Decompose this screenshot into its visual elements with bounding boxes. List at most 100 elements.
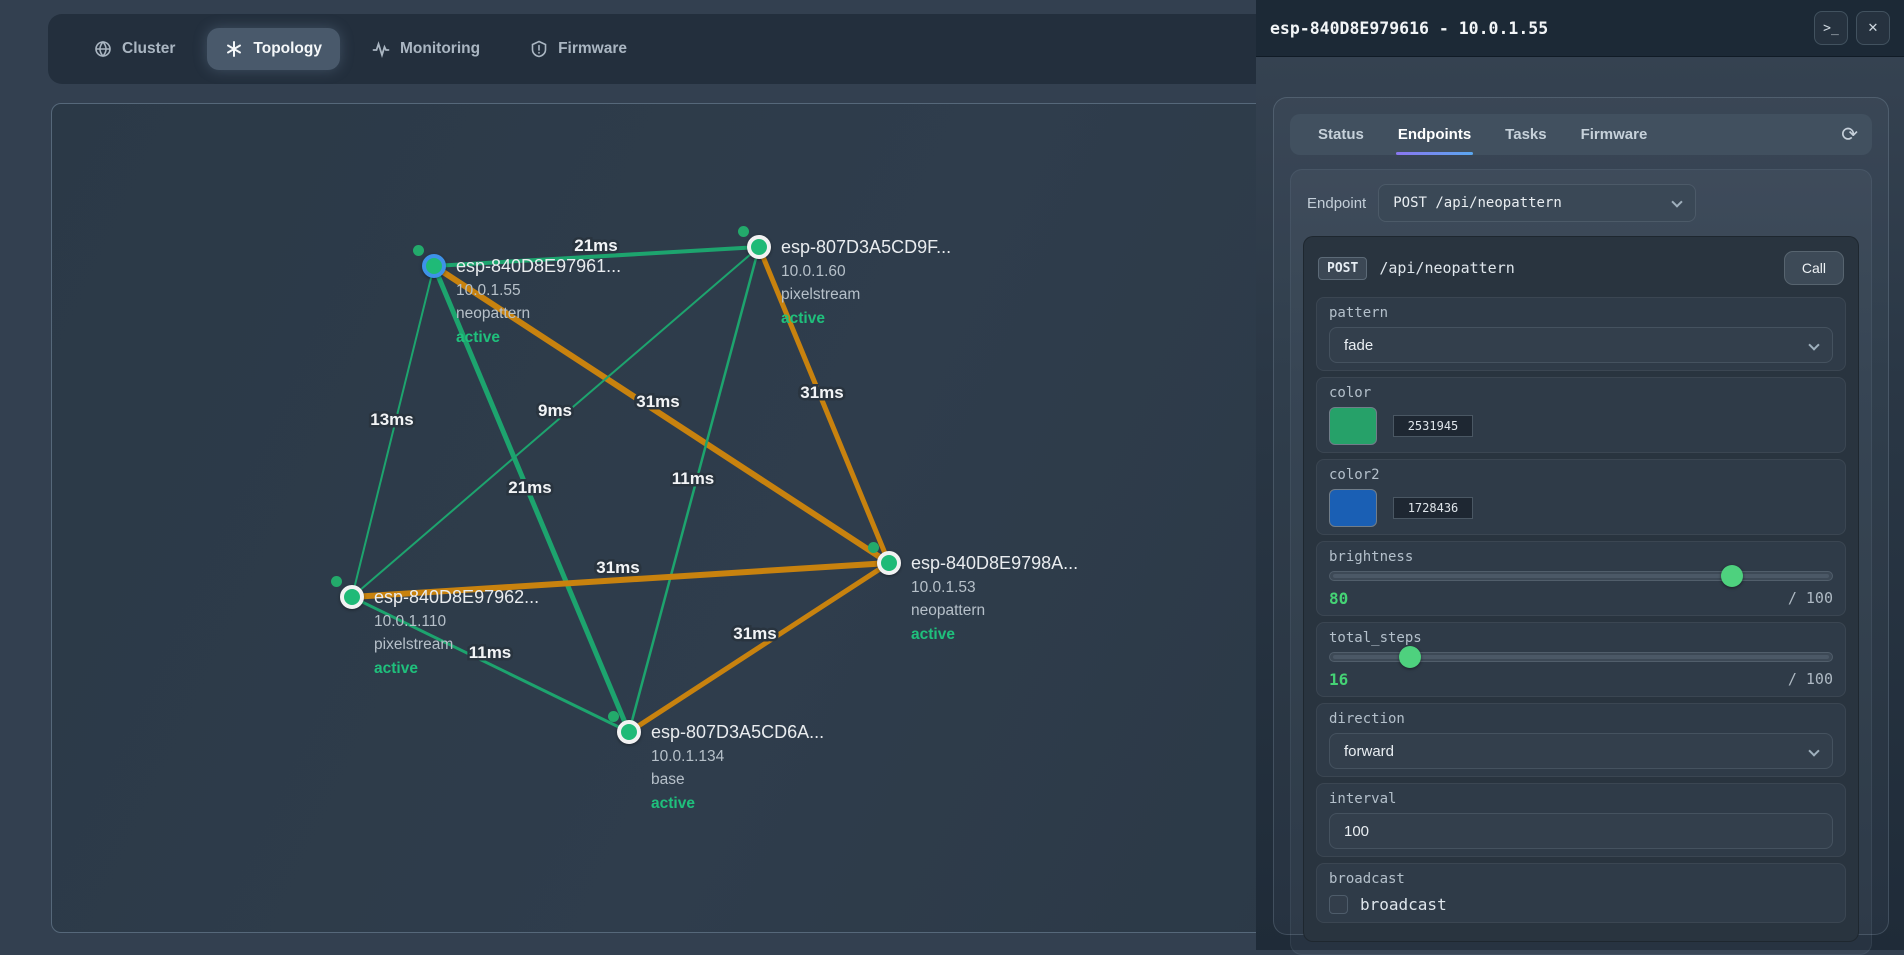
panel-title: esp-840D8E979616 - 10.0.1.55: [1270, 19, 1806, 38]
color2-value-input[interactable]: 1728436: [1393, 497, 1473, 519]
nav-label: Cluster: [122, 40, 175, 58]
field-label: color: [1329, 385, 1833, 402]
request-form: pattern fade color 2531945 color21728436 brig…: [1316, 297, 1846, 923]
field-control: 16/ 100: [1329, 652, 1833, 689]
nav-item-topology[interactable]: Topology: [207, 28, 340, 70]
broadcast-checkbox[interactable]: [1329, 895, 1348, 914]
device-detail-panel: esp-840D8E979616 - 10.0.1.55 >_ ✕ Status…: [1256, 0, 1904, 950]
node-label-ip: 10.0.1.110: [374, 610, 539, 634]
node-status-dot: [738, 226, 749, 237]
edge-latency-label: 31ms: [636, 392, 679, 411]
request-header: POST /api/neopattern Call: [1316, 249, 1846, 297]
node-label-rl: base: [651, 768, 824, 792]
color-value-input[interactable]: 2531945: [1393, 415, 1473, 437]
globe-icon: [94, 40, 112, 58]
refresh-icon[interactable]: ⟳: [1841, 125, 1858, 145]
node-label-nm: esp-807D3A5CD6A...: [651, 721, 824, 745]
field-control: fade: [1329, 327, 1833, 363]
nav-item-monitoring[interactable]: Monitoring: [354, 28, 498, 70]
node-label-rl: pixelstream: [374, 633, 539, 657]
method-badge: POST: [1318, 257, 1367, 280]
node-label-st: active: [911, 623, 1078, 647]
slider-current-value: 80: [1329, 589, 1348, 608]
slider-max-value: / 100: [1788, 670, 1833, 689]
device-node[interactable]: [747, 235, 771, 259]
edge-latency-label: 13ms: [370, 410, 413, 429]
brightness-slider-thumb[interactable]: [1721, 565, 1743, 587]
firmware-icon: [530, 40, 548, 58]
nav-label: Monitoring: [400, 40, 480, 58]
pattern-select[interactable]: fade: [1329, 327, 1833, 363]
node-label-nm: esp-840D8E9798A...: [911, 552, 1078, 576]
field-label: direction: [1329, 711, 1833, 728]
node-label-ip: 10.0.1.53: [911, 576, 1078, 600]
slider-track-fill: [1333, 574, 1829, 578]
interval-input[interactable]: 100: [1329, 813, 1833, 849]
brightness-slider[interactable]: [1329, 571, 1833, 581]
node-status-dot: [331, 576, 342, 587]
color-swatch[interactable]: [1329, 407, 1377, 445]
node-label-st: active: [374, 657, 539, 681]
edge-line: [352, 266, 434, 597]
endpoint-select[interactable]: POST /api/neopattern: [1378, 184, 1696, 222]
endpoint-select-value: POST /api/neopattern: [1393, 195, 1562, 211]
field-row-color2: color21728436: [1316, 459, 1846, 535]
slider-max-value: / 100: [1788, 589, 1833, 608]
field-row-color: color 2531945: [1316, 377, 1846, 453]
endpoints-section: Endpoint POST /api/neopattern POST /api/…: [1290, 169, 1872, 955]
edge-latency-label: 21ms: [574, 236, 617, 255]
terminal-button[interactable]: >_: [1814, 11, 1848, 45]
field-control: forward: [1329, 733, 1833, 769]
node-label: esp-807D3A5CD9F...10.0.1.60pixelstreamac…: [781, 236, 951, 330]
endpoint-selector-row: Endpoint POST /api/neopattern: [1303, 182, 1859, 236]
terminal-icon: >_: [1823, 21, 1839, 36]
device-node[interactable]: [877, 551, 901, 575]
field-row-direction: direction forward: [1316, 703, 1846, 777]
monitoring-icon: [372, 40, 390, 58]
color2-swatch[interactable]: [1329, 489, 1377, 527]
direction-select[interactable]: forward: [1329, 733, 1833, 769]
close-button[interactable]: ✕: [1856, 11, 1890, 45]
field-control: broadcast: [1329, 893, 1833, 915]
node-label-rl: neopattern: [456, 302, 621, 326]
edge-latency-label: 31ms: [596, 558, 639, 577]
request-card: POST /api/neopattern Call pattern fade col…: [1303, 236, 1859, 942]
call-button[interactable]: Call: [1784, 251, 1844, 285]
field-row-interval: interval 100: [1316, 783, 1846, 857]
field-label: pattern: [1329, 305, 1833, 322]
device-node[interactable]: [340, 585, 364, 609]
field-label: interval: [1329, 791, 1833, 808]
device-node[interactable]: [617, 720, 641, 744]
tab-status[interactable]: Status: [1304, 114, 1378, 155]
nav-label: Topology: [253, 40, 322, 58]
total_steps-slider-thumb[interactable]: [1399, 646, 1421, 668]
node-label: esp-840D8E97962...10.0.1.110pixelstreama…: [374, 586, 539, 680]
device-node[interactable]: [422, 254, 446, 278]
chevron-down-icon: [1672, 196, 1683, 207]
field-control: 2531945: [1329, 407, 1833, 445]
node-label-st: active: [651, 792, 824, 816]
nav-item-cluster[interactable]: Cluster: [76, 28, 193, 70]
nav-item-firmware[interactable]: Firmware: [512, 28, 645, 70]
node-label-ip: 10.0.1.60: [781, 260, 951, 284]
chevron-down-icon: [1808, 745, 1819, 756]
tab-endpoints[interactable]: Endpoints: [1384, 114, 1485, 155]
field-label: brightness: [1329, 549, 1833, 566]
endpoint-selector-label: Endpoint: [1307, 195, 1366, 212]
node-label-ip: 10.0.1.55: [456, 279, 621, 303]
node-label-nm: esp-840D8E97962...: [374, 586, 539, 610]
edge-latency-label: 11ms: [672, 469, 715, 488]
total_steps-slider[interactable]: [1329, 652, 1833, 662]
node-label-st: active: [456, 326, 621, 350]
checkbox-label: broadcast: [1360, 895, 1447, 914]
node-status-dot: [608, 711, 619, 722]
edge-latency-label: 31ms: [733, 624, 776, 643]
node-label-ip: 10.0.1.134: [651, 745, 824, 769]
node-status-dot: [413, 245, 424, 256]
node-label-nm: esp-840D8E97961...: [456, 255, 621, 279]
tab-firmware[interactable]: Firmware: [1567, 114, 1662, 155]
tab-label: Status: [1318, 126, 1364, 143]
nav-label: Firmware: [558, 40, 627, 58]
node-label: esp-840D8E9798A...10.0.1.53neopatternact…: [911, 552, 1078, 646]
tab-tasks[interactable]: Tasks: [1491, 114, 1560, 155]
